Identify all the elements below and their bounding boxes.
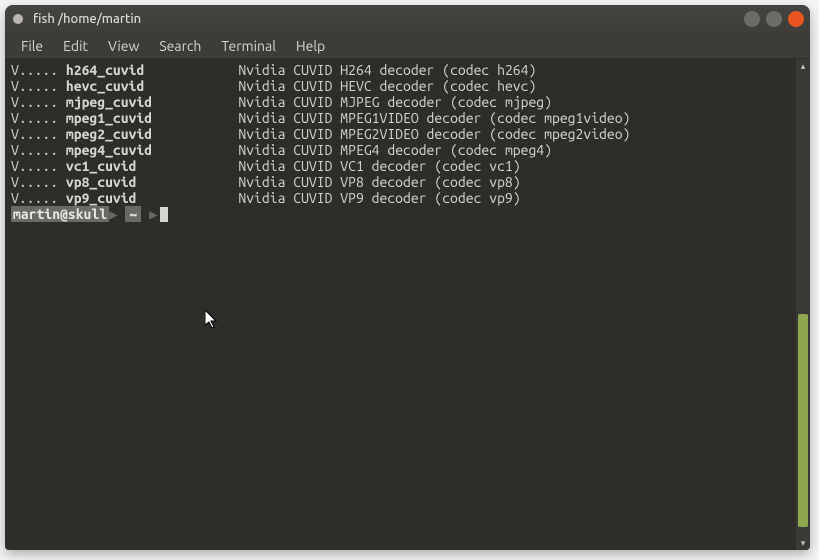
codec-description: Nvidia CUVID VP8 decoder (codec vp8) (238, 174, 520, 190)
codec-description: Nvidia CUVID H264 decoder (codec h264) (238, 62, 536, 78)
codec-flags: V..... (11, 78, 66, 94)
codec-name: mpeg4_cuvid (66, 142, 152, 158)
codec-description: Nvidia CUVID VP9 decoder (codec vp9) (238, 190, 520, 206)
output-line: V..... mpeg4_cuvid Nvidia CUVID MPEG4 de… (11, 142, 790, 158)
output-line: V..... hevc_cuvid Nvidia CUVID HEVC deco… (11, 78, 790, 94)
output-line: V..... vp9_cuvid Nvidia CUVID VP9 decode… (11, 190, 790, 206)
maximize-button[interactable] (766, 11, 782, 27)
output-line: V..... mpeg2_cuvid Nvidia CUVID MPEG2VID… (11, 126, 790, 142)
codec-description: Nvidia CUVID HEVC decoder (codec hevc) (238, 78, 536, 94)
window-title: fish /home/martin (33, 12, 141, 26)
codec-flags: V..... (11, 190, 66, 206)
terminal-output[interactable]: V..... h264_cuvid Nvidia CUVID H264 deco… (5, 59, 796, 550)
codec-flags: V..... (11, 174, 66, 190)
codec-flags: V..... (11, 94, 66, 110)
menu-view[interactable]: View (100, 35, 147, 57)
terminal-window: fish /home/martin File Edit View Search … (5, 5, 810, 550)
codec-description: Nvidia CUVID MJPEG decoder (codec mjpeg) (238, 94, 552, 110)
menu-terminal[interactable]: Terminal (213, 35, 284, 57)
codec-flags: V..... (11, 142, 66, 158)
scroll-track[interactable] (796, 73, 810, 536)
menu-search[interactable]: Search (151, 35, 209, 57)
scroll-up-button[interactable]: ▴ (796, 59, 810, 73)
menu-file[interactable]: File (13, 35, 51, 57)
scroll-down-button[interactable]: ▾ (796, 536, 810, 550)
codec-flags: V..... (11, 126, 66, 142)
menubar: File Edit View Search Terminal Help (5, 33, 810, 59)
terminal-cursor (160, 207, 168, 222)
prompt-line[interactable]: martin@skull▶ ~ ▶ (11, 206, 790, 222)
codec-description: Nvidia CUVID MPEG1VIDEO decoder (codec m… (238, 110, 630, 126)
codec-name: mjpeg_cuvid (66, 94, 152, 110)
codec-flags: V..... (11, 62, 66, 78)
terminal-area: V..... h264_cuvid Nvidia CUVID H264 deco… (5, 59, 810, 550)
codec-description: Nvidia CUVID MPEG2VIDEO decoder (codec m… (238, 126, 630, 142)
codec-flags: V..... (11, 158, 66, 174)
prompt-separator-icon: ▶ (109, 206, 117, 222)
prompt-path: ~ (125, 206, 141, 222)
app-icon (13, 14, 23, 24)
codec-name: h264_cuvid (66, 62, 144, 78)
codec-description: Nvidia CUVID VC1 decoder (codec vc1) (238, 158, 520, 174)
codec-name: vc1_cuvid (66, 158, 137, 174)
window-controls (744, 11, 804, 27)
prompt-arrow-icon: ▶ (149, 206, 157, 222)
codec-name: mpeg1_cuvid (66, 110, 152, 126)
titlebar[interactable]: fish /home/martin (5, 5, 810, 33)
codec-name: vp9_cuvid (66, 190, 137, 206)
output-line: V..... mpeg1_cuvid Nvidia CUVID MPEG1VID… (11, 110, 790, 126)
codec-name: vp8_cuvid (66, 174, 137, 190)
codec-name: hevc_cuvid (66, 78, 144, 94)
output-line: V..... mjpeg_cuvid Nvidia CUVID MJPEG de… (11, 94, 790, 110)
codec-name: mpeg2_cuvid (66, 126, 152, 142)
close-button[interactable] (788, 11, 804, 27)
scroll-thumb[interactable] (798, 314, 808, 527)
codec-flags: V..... (11, 110, 66, 126)
codec-description: Nvidia CUVID MPEG4 decoder (codec mpeg4) (238, 142, 552, 158)
prompt-user-host: martin@skull (11, 206, 109, 222)
output-line: V..... h264_cuvid Nvidia CUVID H264 deco… (11, 62, 790, 78)
output-line: V..... vp8_cuvid Nvidia CUVID VP8 decode… (11, 174, 790, 190)
menu-edit[interactable]: Edit (55, 35, 96, 57)
output-line: V..... vc1_cuvid Nvidia CUVID VC1 decode… (11, 158, 790, 174)
menu-help[interactable]: Help (288, 35, 333, 57)
scrollbar: ▴ ▾ (796, 59, 810, 550)
minimize-button[interactable] (744, 11, 760, 27)
